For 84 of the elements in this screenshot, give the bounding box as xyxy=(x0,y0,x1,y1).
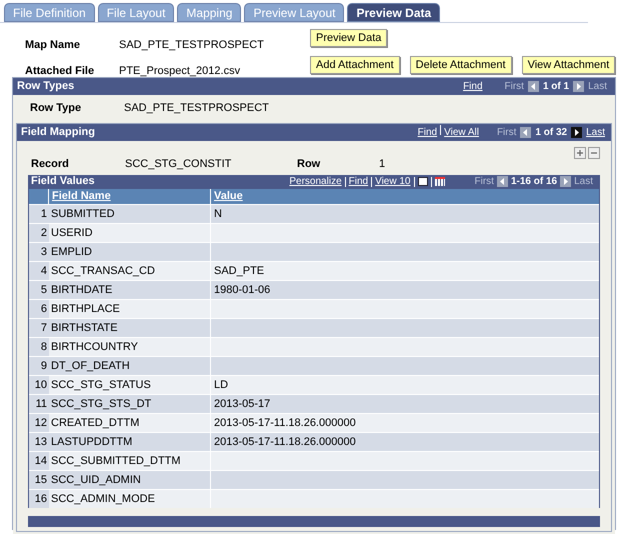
row-number: 15 xyxy=(29,470,49,488)
link[interactable]: View 10 xyxy=(375,174,410,189)
table-cell: EMPLID xyxy=(49,242,211,260)
table-cell: SCC_UID_ADMIN xyxy=(49,470,211,488)
previous-icon[interactable] xyxy=(520,126,532,138)
row-number: 7 xyxy=(29,318,49,336)
row-number: 13 xyxy=(29,432,49,450)
table-cell: 2013-05-17 xyxy=(211,394,599,412)
next-icon[interactable] xyxy=(571,126,582,138)
grid-title: Field Values xyxy=(31,174,95,190)
last-link: Last xyxy=(574,175,593,189)
row-number: 2 xyxy=(29,222,49,242)
next-icon[interactable] xyxy=(573,80,584,92)
table-cell: USERID xyxy=(49,222,211,242)
link[interactable]: Personalize xyxy=(289,174,342,189)
link[interactable]: Find xyxy=(463,78,483,94)
table-cell: SCC_ADMIN_MODE xyxy=(49,488,211,508)
previous-icon[interactable] xyxy=(496,176,508,187)
zoom-icon[interactable] xyxy=(418,177,428,186)
action-button[interactable]: View Attachment xyxy=(522,56,616,74)
action-button[interactable]: Preview Data xyxy=(310,29,388,47)
section-title: Field Mapping xyxy=(21,124,95,140)
table-cell: SCC_STG_STATUS xyxy=(49,374,211,394)
row-number: 16 xyxy=(29,488,49,508)
table-cell: DT_OF_DEATH xyxy=(49,356,211,374)
first-link: First xyxy=(504,80,524,94)
row-number: 4 xyxy=(29,260,49,280)
column-header[interactable]: Field Name xyxy=(49,188,211,204)
table-cell: BIRTHPLACE xyxy=(49,298,211,318)
link[interactable]: Find xyxy=(348,174,368,189)
table-cell: LD xyxy=(211,374,599,394)
field-value: SAD_PTE_TESTPROSPECT xyxy=(119,38,264,53)
add-row-icon[interactable] xyxy=(574,146,586,158)
row-number: 11 xyxy=(29,394,49,412)
table-cell: BIRTHSTATE xyxy=(49,318,211,336)
field-label: Map Name xyxy=(25,38,82,53)
table-cell: BIRTHDATE xyxy=(49,280,211,298)
field-label: Row Type xyxy=(30,101,82,116)
section-title: Row Types xyxy=(17,79,74,94)
action-button[interactable]: Add Attachment xyxy=(310,56,400,74)
field-label: Row xyxy=(297,157,322,172)
table-cell: 1980-01-06 xyxy=(211,280,599,298)
page-counter: 1 of 32 xyxy=(535,126,568,140)
field-label: Attached File xyxy=(25,64,96,78)
row-number: 10 xyxy=(29,374,49,394)
row-number: 1 xyxy=(29,204,49,222)
table-cell: CREATED_DTTM xyxy=(49,412,211,432)
field-value: SAD_PTE_TESTPROSPECT xyxy=(124,101,269,116)
previous-icon[interactable] xyxy=(528,80,539,92)
column-header[interactable]: Value xyxy=(211,188,599,204)
last-link[interactable]: Last xyxy=(586,124,605,140)
action-button[interactable]: Delete Attachment xyxy=(410,56,512,74)
table-cell: SUBMITTED xyxy=(49,204,211,222)
row-number: 8 xyxy=(29,336,49,356)
row-number: 14 xyxy=(29,450,49,470)
table-cell: BIRTHCOUNTRY xyxy=(49,336,211,356)
table-cell: SAD_PTE xyxy=(211,260,599,280)
table-cell: N xyxy=(211,204,599,222)
field-value: 1 xyxy=(379,157,386,172)
row-number: 5 xyxy=(29,280,49,298)
table-cell: SCC_SUBMITTED_DTTM xyxy=(49,450,211,470)
link[interactable]: View All xyxy=(444,124,479,140)
page-counter: 1 of 1 xyxy=(542,80,570,94)
row-number: 9 xyxy=(29,356,49,374)
field-label: Record xyxy=(31,157,70,172)
field-value: SCC_STG_CONSTIT xyxy=(125,157,232,172)
page-counter: 1-16 of 16 xyxy=(510,175,558,189)
table-cell: LASTUPDDTTM xyxy=(49,432,211,450)
link[interactable]: Find xyxy=(418,124,438,140)
row-number: 3 xyxy=(29,242,49,260)
last-link: Last xyxy=(588,80,607,94)
field-value: PTE_Prospect_2012.csv xyxy=(119,64,240,78)
first-link: First xyxy=(496,126,516,140)
table-cell: SCC_STG_STS_DT xyxy=(49,394,211,412)
next-icon[interactable] xyxy=(560,176,572,187)
table-cell: SCC_TRANSAC_CD xyxy=(49,260,211,280)
table-cell: 2013-05-17-11.18.26.000000 xyxy=(211,412,599,432)
tab[interactable]: Preview Data xyxy=(347,3,440,22)
row-number: 12 xyxy=(29,412,49,432)
row-number: 6 xyxy=(29,298,49,318)
table-cell: 2013-05-17-11.18.26.000000 xyxy=(211,432,599,450)
table-header xyxy=(29,188,49,204)
delete-row-icon[interactable] xyxy=(588,146,600,158)
first-link: First xyxy=(474,175,494,189)
